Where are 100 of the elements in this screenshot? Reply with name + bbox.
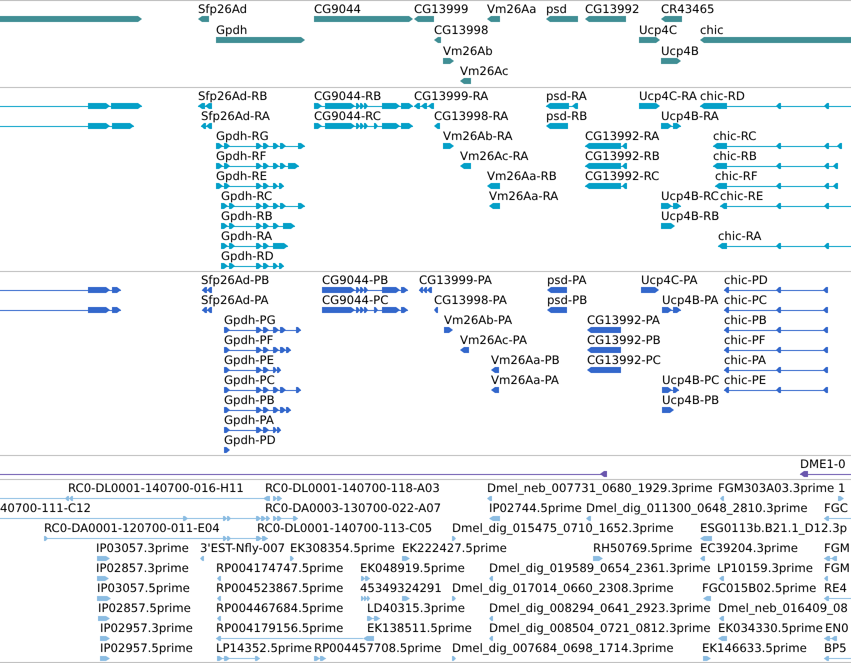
- gene-label: psd: [546, 3, 567, 16]
- transcript-label: CG13999-RA: [414, 90, 488, 103]
- protein-label: Gpdh-PF: [224, 334, 274, 347]
- protein-label: Vm26Aa-PB: [491, 354, 560, 367]
- gene-label: CG13992: [585, 3, 640, 16]
- est-label: Dmel_dig_008504_0721_0812.3prime: [489, 622, 711, 635]
- protein-label: Ucp4B-PB: [662, 394, 720, 407]
- gene-label: Ucp4B: [661, 45, 699, 58]
- est-label: Dmel_dig_019589_0654_2361.3prime: [489, 562, 711, 575]
- est-label: Dmel_dig_015475_0710_1652.3prime: [452, 522, 674, 535]
- protein-label: chic-PF: [724, 334, 766, 347]
- est-label: LD40315.3prime: [367, 602, 465, 615]
- est-label: RC0-DL0001-140700-118-A03: [265, 482, 440, 495]
- protein-label: Sfp26Ad-PB: [201, 274, 270, 287]
- est-label: IP02857.5prime: [98, 602, 191, 615]
- est-label: RE4: [824, 582, 847, 595]
- transcript-label: chic-RB: [713, 150, 757, 163]
- transcript-label: Ucp4B-RA: [661, 110, 719, 123]
- est-label: RC0-DA0001-120700-011-E04: [44, 522, 220, 535]
- protein-label: psd-PA: [547, 274, 586, 287]
- protein-label: Gpdh-PA: [224, 414, 274, 427]
- est-label: IP03057.3prime: [96, 542, 189, 555]
- protein-label: Ucp4C-PA: [641, 274, 698, 287]
- est-label: IP02957.5prime: [100, 642, 193, 655]
- protein-label: CG13992-PC: [587, 354, 661, 367]
- est-label: Dmel_dig_007684_0698_1714.3prime: [452, 642, 674, 655]
- transcript-label: Ucp4B-RB: [661, 210, 720, 223]
- transcript-label: chic-RE: [720, 190, 764, 203]
- est-label: RP004174747.5prime: [216, 562, 344, 575]
- est-label: IP02957.3prime: [100, 622, 193, 635]
- protein-label: Sfp26Ad-PA: [201, 294, 269, 307]
- est-label: RP004523867.5prime: [216, 582, 344, 595]
- protein-label: Gpdh-PG: [224, 314, 276, 327]
- est-label: RP004457708.5prime: [314, 642, 442, 655]
- est-label: RH50769.5prime: [593, 542, 692, 555]
- est-label: RP004467684.5prime: [216, 602, 344, 615]
- transcript-label: Vm26Ac-RA: [460, 150, 528, 163]
- gene-label: Vm26Aa: [487, 3, 536, 16]
- est-label: 40700-111-C12: [0, 502, 91, 515]
- transcript-label: CG9044-RB: [314, 90, 382, 103]
- transcript-label: CG9044-RC: [314, 110, 381, 123]
- transcript-label: Gpdh-RG: [216, 130, 269, 143]
- transcript-label: Gpdh-RB: [221, 210, 273, 223]
- transcript-label: CG13992-RC: [585, 170, 660, 183]
- protein-label: Gpdh-PC: [224, 374, 275, 387]
- est-label: EN0: [825, 622, 849, 635]
- est-label: RC0-DA0003-130700-022-A07: [265, 502, 442, 515]
- est-label: BP5: [824, 642, 847, 655]
- est-label: FGM: [824, 542, 850, 555]
- protein-label: CG13992-PB: [587, 334, 661, 347]
- transcript-label: Vm26Ab-RA: [443, 130, 513, 143]
- est-label: EK308354.5prime: [290, 542, 395, 555]
- protein-label: Gpdh-PE: [224, 354, 274, 367]
- protein-label: chic-PA: [724, 354, 766, 367]
- gene-label: CG13998: [434, 24, 488, 37]
- protein-label: Vm26Ac-PA: [460, 334, 527, 347]
- protein-label: CG13999-PA: [419, 274, 492, 287]
- est-label: EK146633.5prime: [702, 642, 807, 655]
- protein-label: Ucp4B-PC: [662, 374, 720, 387]
- transcript-label: CG13992-RB: [585, 150, 660, 163]
- transcript-label: Ucp4C-RA: [639, 90, 697, 103]
- est-label: FGM303A03.3prime: [718, 482, 834, 495]
- transcript-label: CG13998-RA: [434, 110, 508, 123]
- gene-label: Vm26Ac: [460, 65, 508, 78]
- est-label: Dmel_neb_016409_08: [718, 602, 848, 615]
- alignment-label: DME1-0: [800, 458, 846, 471]
- transcript-label: Sfp26Ad-RB: [198, 90, 268, 103]
- transcript-label: chic-RA: [718, 230, 762, 243]
- protein-label: chic-PB: [724, 314, 767, 327]
- gene-label: Sfp26Ad: [198, 3, 248, 16]
- protein-label: chic-PE: [724, 374, 766, 387]
- est-label: ESG0113b.B21.1_D12.3p: [700, 522, 848, 535]
- protein-label: CG13998-PA: [434, 294, 507, 307]
- est-label: Dmel_neb_007731_0680_1929.3prime: [487, 482, 713, 495]
- transcript-label: Gpdh-RE: [216, 170, 268, 183]
- gene-label: CG13999: [414, 3, 468, 16]
- transcript-label: chic-RF: [715, 170, 758, 183]
- transcript-label: Ucp4B-RC: [661, 190, 719, 203]
- gene-label: Vm26Ab: [443, 45, 493, 58]
- est-label: EC39204.3prime: [700, 542, 798, 555]
- transcript-label: CG13992-RA: [585, 130, 660, 143]
- est-label: Dmel_dig_011300_0648_2810.3prime: [586, 502, 808, 515]
- gene-label: Gpdh: [216, 24, 248, 37]
- transcript-label: Gpdh-RF: [216, 150, 266, 163]
- protein-label: Gpdh-PB: [224, 394, 275, 407]
- est-label: FGM: [824, 562, 850, 575]
- est-label: EK138511.5prime: [367, 622, 472, 635]
- protein-label: chic-PC: [724, 294, 767, 307]
- est-label: EK222427.5prime: [402, 542, 507, 555]
- est-label: EK048919.5prime: [360, 562, 465, 575]
- est-label: FGC015B02.5prime: [702, 582, 816, 595]
- transcript-label: Vm26Aa-RA: [489, 190, 558, 203]
- gene-label: chic: [700, 24, 724, 37]
- est-label: RP004179156.5prime: [216, 622, 344, 635]
- protein-label: Vm26Aa-PA: [491, 374, 559, 387]
- est-label: LP10159.3prime: [717, 562, 813, 575]
- gene-label: CG9044: [314, 3, 361, 16]
- est-label: LP14352.5prime: [216, 642, 312, 655]
- gene-label: CR43465: [661, 3, 714, 16]
- transcript-label: psd-RA: [546, 90, 587, 103]
